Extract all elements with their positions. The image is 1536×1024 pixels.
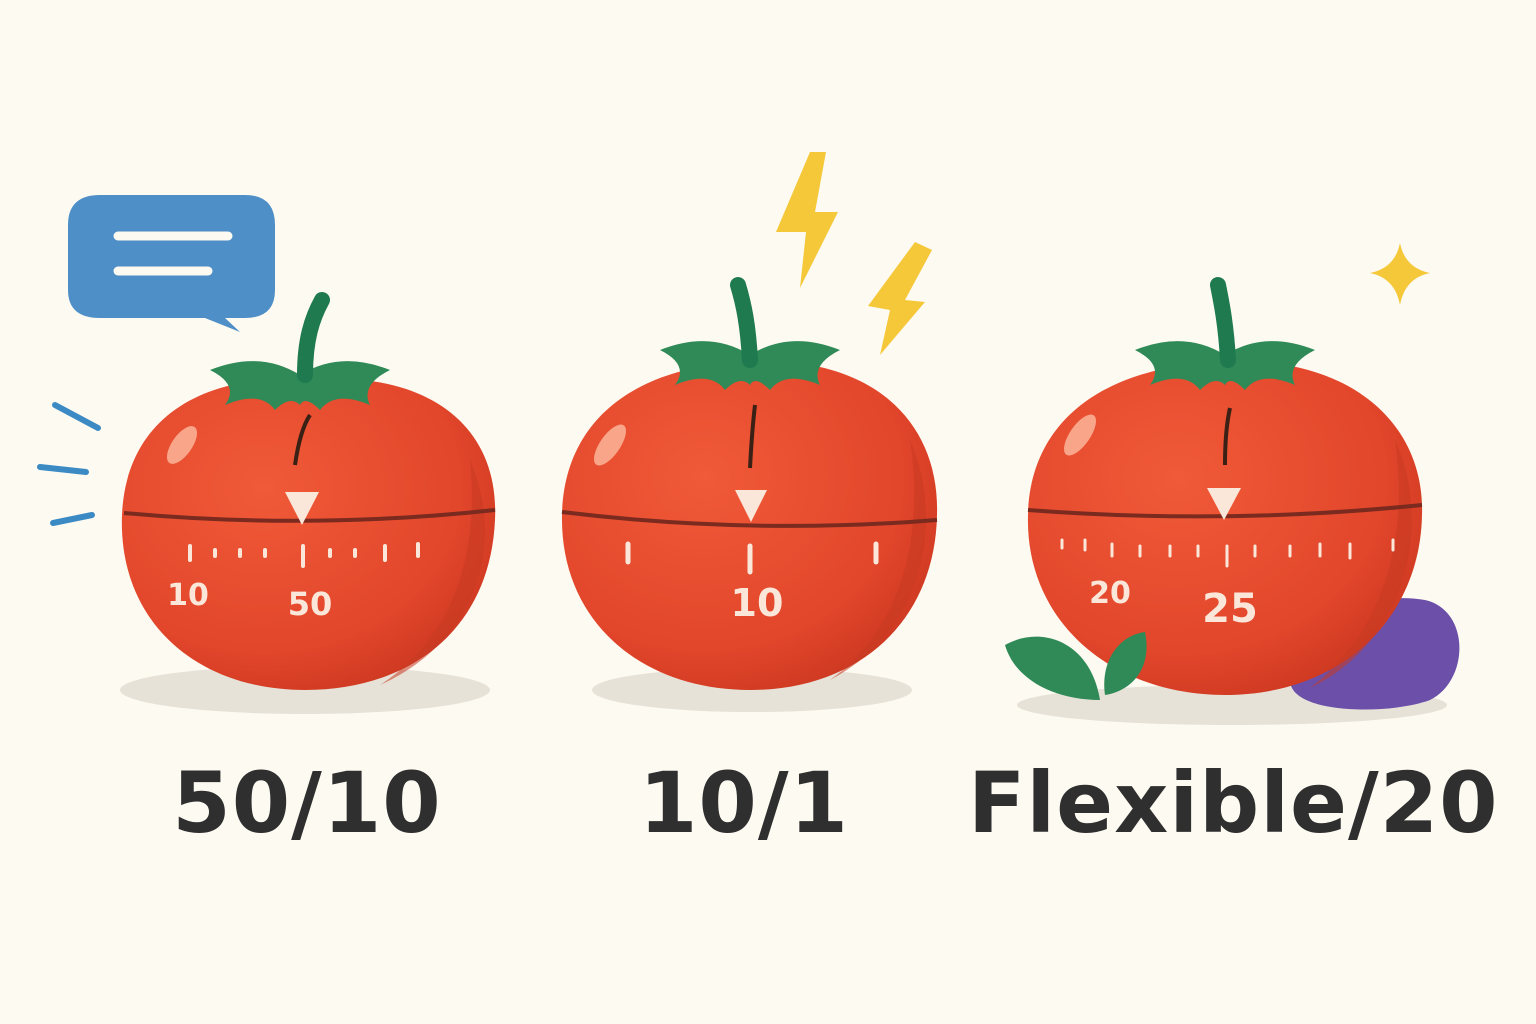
stem	[1210, 277, 1236, 368]
timer-label-10-1: 10/1	[638, 754, 850, 852]
lightning-bolt-icon	[776, 152, 932, 355]
stem	[297, 292, 330, 383]
tomato-timer-10-1: 10	[561, 152, 938, 712]
dial-number: 10	[167, 578, 209, 613]
timer-label-flexible-20: Flexible/20	[968, 754, 1499, 852]
sparkle-icon	[1370, 243, 1430, 305]
dial-number: 50	[288, 585, 333, 623]
stem	[730, 277, 758, 368]
dial-number: 20	[1089, 576, 1131, 611]
dial-number: 25	[1202, 586, 1258, 632]
speech-bubble-icon	[68, 195, 275, 332]
motion-lines-icon	[37, 402, 101, 526]
tomato-timer-flexible-20: 20 25	[1005, 243, 1460, 725]
pomodoro-illustration: 10 50 10 20 25	[37, 152, 1460, 725]
tomato-timer-50-10: 10 50	[37, 195, 496, 714]
dial-number: 10	[731, 581, 784, 625]
